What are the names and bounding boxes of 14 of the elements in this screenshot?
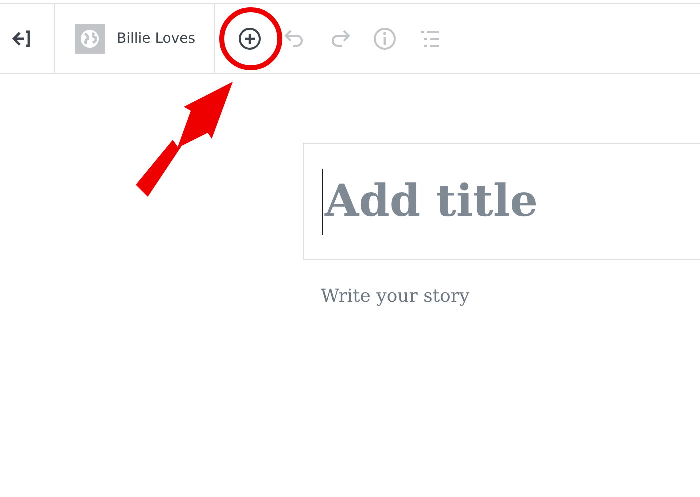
add-icon (238, 26, 262, 50)
body-field[interactable]: Write your story (321, 286, 470, 307)
site-name: Billie Loves (117, 30, 196, 46)
exit-icon (11, 30, 31, 48)
text-cursor (322, 168, 323, 234)
undo-icon (284, 28, 306, 48)
title-placeholder: Add title (325, 176, 538, 227)
title-field[interactable]: Add title (303, 143, 700, 260)
redo-icon (329, 28, 351, 48)
outline-icon (419, 30, 441, 48)
site-button[interactable]: Billie Loves (55, 4, 215, 73)
highlight-circle (218, 6, 284, 72)
info-icon (373, 26, 397, 50)
site-icon (75, 24, 105, 54)
